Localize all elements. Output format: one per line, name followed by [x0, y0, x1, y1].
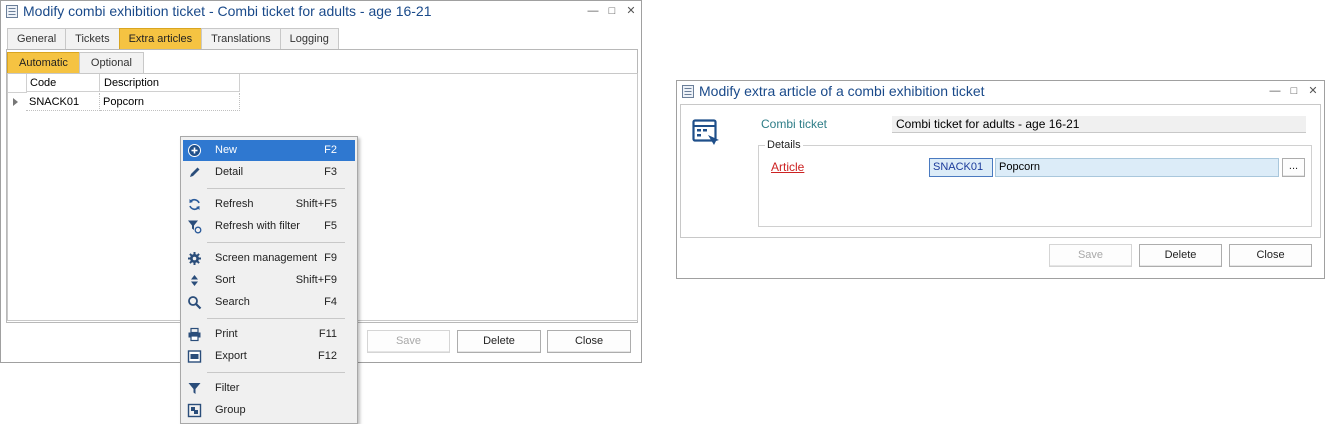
pencil-icon [190, 167, 200, 177]
main-tabs: General Tickets Extra articles Translati… [7, 28, 339, 49]
menu-item-screen-management[interactable]: Screen management F9 [183, 248, 355, 269]
menu-shortcut: Shift+F5 [295, 198, 337, 210]
sub-tabs: Automatic Optional [7, 52, 144, 73]
menu-label: Print [215, 328, 238, 340]
menu-shortcut: F3 [324, 166, 337, 178]
menu-shortcut: F5 [324, 220, 337, 232]
menu-label: New [215, 144, 238, 156]
tab-tickets[interactable]: Tickets [65, 28, 120, 49]
cell-code: SNACK01 [26, 93, 100, 111]
menu-item-refresh-with-filter[interactable]: Refresh with filter F5 [183, 216, 355, 237]
column-header-code[interactable]: Code [26, 74, 100, 92]
menu-label: Export [215, 350, 247, 362]
main-window-title: Modify combi exhibition ticket - Combi t… [23, 3, 432, 19]
menu-shortcut: F11 [318, 328, 337, 340]
menu-separator [207, 318, 345, 319]
menu-label: Sort [215, 274, 236, 286]
menu-label: Detail [215, 166, 244, 178]
maximize-icon[interactable]: □ [1286, 83, 1302, 99]
menu-label: Filter [215, 382, 240, 394]
menu-separator [207, 188, 345, 189]
menu-item-new[interactable]: New F2 [183, 140, 355, 161]
menu-separator [207, 372, 345, 373]
form-icon [692, 119, 719, 145]
menu-item-refresh[interactable]: Refresh Shift+F5 [183, 194, 355, 215]
menu-item-filter[interactable]: Filter [183, 378, 355, 399]
column-header-description[interactable]: Description [100, 74, 240, 92]
article-code-field[interactable]: SNACK01 [929, 158, 993, 177]
menu-shortcut: F12 [318, 350, 337, 362]
menu-shortcut: F4 [324, 296, 337, 308]
tab-optional[interactable]: Optional [78, 52, 144, 73]
delete-button[interactable]: Delete [1139, 244, 1222, 267]
close-icon[interactable]: ✕ [623, 3, 639, 19]
refresh-icon [189, 199, 200, 210]
close-icon[interactable]: ✕ [1305, 83, 1321, 99]
main-titlebar[interactable]: Modify combi exhibition ticket - Combi t… [1, 1, 641, 23]
detail-window-title: Modify extra article of a combi exhibiti… [699, 83, 985, 99]
menu-item-print[interactable]: Print F11 [183, 324, 355, 345]
details-group-label: Details [765, 139, 803, 151]
menu-shortcut: F2 [324, 144, 337, 156]
article-description-field[interactable]: Popcorn [995, 158, 1279, 177]
context-menu: New F2 Detail F3 Refresh Shift+F5 Refres… [180, 136, 358, 424]
tab-general[interactable]: General [7, 28, 67, 49]
detail-titlebar[interactable]: Modify extra article of a combi exhibiti… [677, 81, 1324, 103]
details-group: Details Article SNACK01 Popcorn ... [758, 139, 1312, 227]
close-button[interactable]: Close [1229, 244, 1312, 267]
save-button[interactable]: Save [1049, 244, 1132, 267]
combi-ticket-label: Combi ticket [761, 117, 828, 131]
menu-item-detail[interactable]: Detail F3 [183, 162, 355, 183]
minimize-icon[interactable]: — [1267, 83, 1283, 99]
menu-separator [207, 242, 345, 243]
tab-logging[interactable]: Logging [279, 28, 339, 49]
filter-refresh-icon [188, 220, 202, 234]
sort-icon [191, 275, 198, 286]
menu-item-sort[interactable]: Sort Shift+F9 [183, 270, 355, 291]
save-button[interactable]: Save [367, 330, 450, 353]
maximize-icon[interactable]: □ [604, 3, 620, 19]
menu-shortcut: F9 [324, 252, 337, 264]
row-indicator-icon [13, 98, 18, 106]
article-lookup-button[interactable]: ... [1282, 158, 1305, 177]
menu-label: Search [215, 296, 250, 308]
combi-ticket-value: Combi ticket for adults - age 16-21 [892, 116, 1306, 133]
search-icon [188, 296, 202, 310]
tab-translations[interactable]: Translations [201, 28, 281, 49]
menu-shortcut: Shift+F9 [295, 274, 337, 286]
print-icon [188, 327, 201, 342]
cell-description: Popcorn [100, 93, 240, 111]
minimize-icon[interactable]: — [585, 3, 601, 19]
menu-item-search[interactable]: Search F4 [183, 292, 355, 313]
close-button[interactable]: Close [547, 330, 631, 353]
menu-label: Group [215, 404, 246, 416]
detail-content: Combi ticket Combi ticket for adults - a… [680, 104, 1321, 238]
menu-label: Refresh with filter [215, 220, 300, 232]
plus-circle-icon [188, 144, 201, 157]
gear-icon [188, 252, 201, 265]
group-icon [187, 403, 202, 418]
delete-button[interactable]: Delete [457, 330, 541, 353]
grid-corner [8, 74, 27, 93]
tab-extra-articles[interactable]: Extra articles [118, 28, 203, 49]
menu-label: Refresh [215, 198, 254, 210]
menu-item-export[interactable]: Export F12 [183, 346, 355, 367]
window-icon [682, 85, 694, 98]
tab-automatic[interactable]: Automatic [7, 52, 80, 73]
menu-item-group[interactable]: Group [183, 400, 355, 421]
filter-icon [188, 383, 201, 394]
window-icon [6, 5, 18, 18]
detail-window: Modify extra article of a combi exhibiti… [676, 80, 1325, 279]
table-row[interactable]: SNACK01 Popcorn [8, 93, 240, 111]
article-link[interactable]: Article [771, 160, 804, 174]
export-icon [187, 350, 202, 363]
